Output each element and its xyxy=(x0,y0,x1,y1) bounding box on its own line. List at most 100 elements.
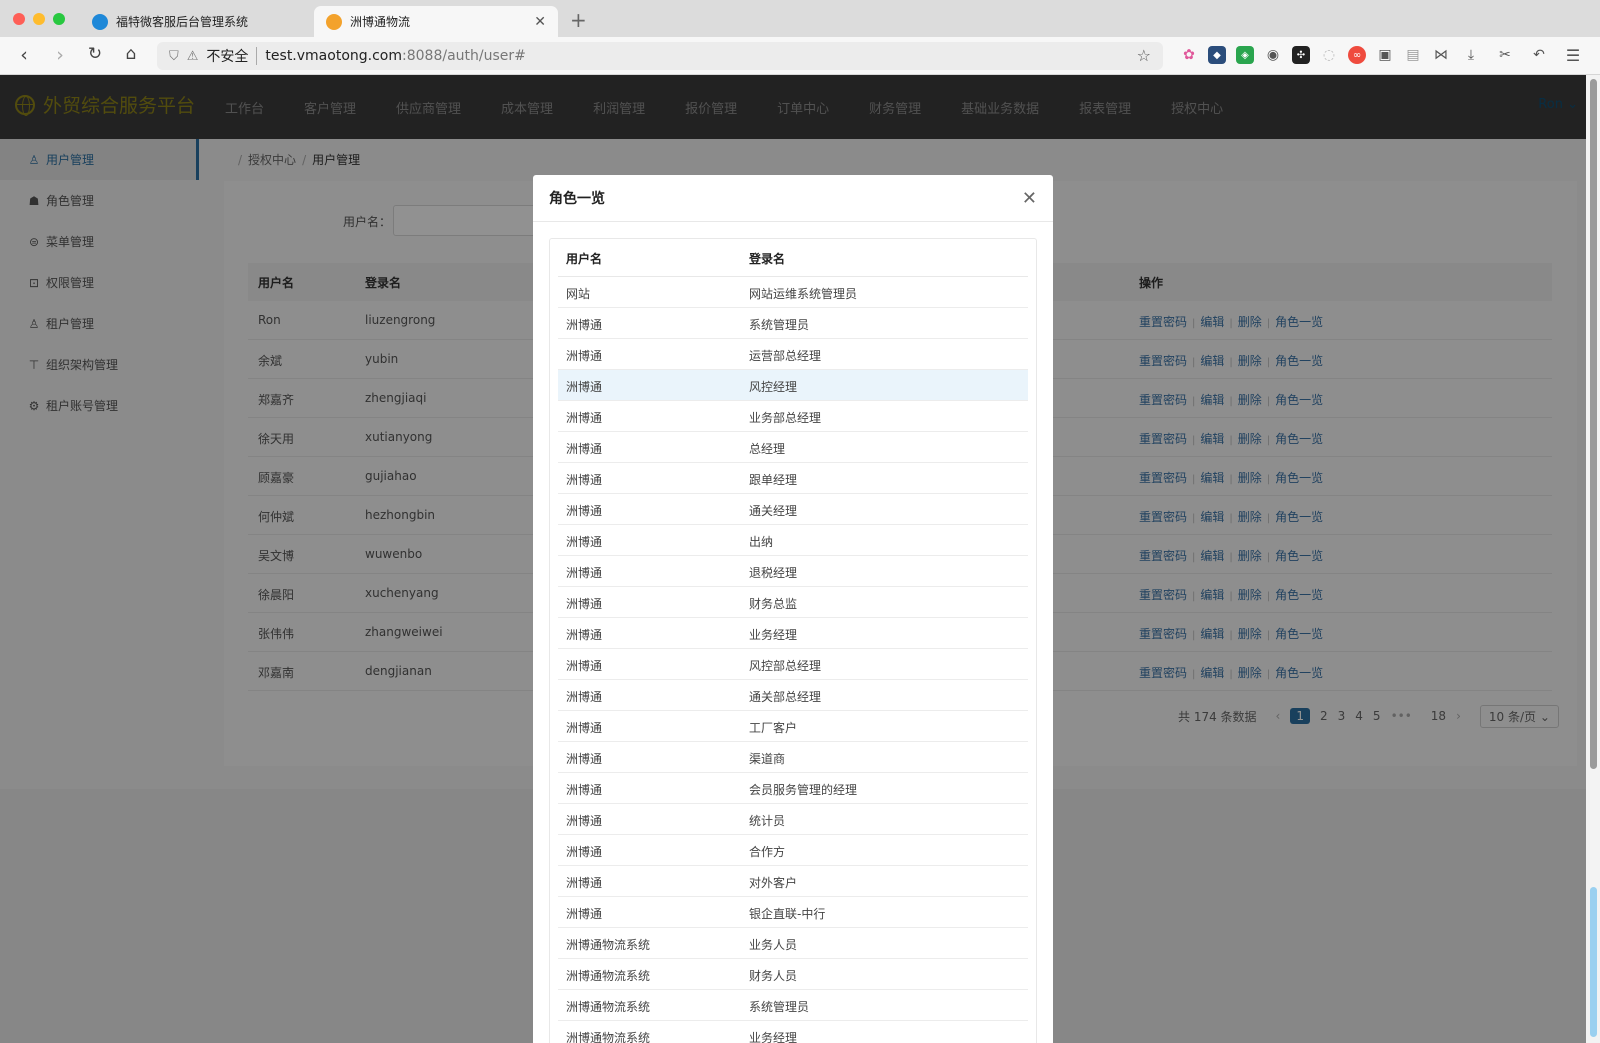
window-zoom-button[interactable] xyxy=(53,13,65,25)
role-user-cell: 洲博通 xyxy=(566,659,603,673)
role-name-cell: 对外客户 xyxy=(749,876,798,890)
role-name-cell: 业务经理 xyxy=(749,1031,798,1043)
extension-icon[interactable]: ∞ xyxy=(1348,46,1366,64)
role-name-cell: 业务人员 xyxy=(749,938,798,952)
scrollbar-thumb[interactable] xyxy=(1590,79,1597,769)
close-tab-icon[interactable]: ✕ xyxy=(534,14,546,30)
extension-icon[interactable]: ⋈ xyxy=(1432,46,1450,64)
role-name-cell: 风控经理 xyxy=(749,380,798,394)
table-row: 网站 网站运维系统管理员 xyxy=(558,277,1028,308)
role-name-cell: 会员服务管理的经理 xyxy=(749,783,858,797)
page-scrollbar[interactable] xyxy=(1586,75,1600,1043)
table-row: 洲博通 对外客户 xyxy=(558,866,1028,897)
table-row: 洲博通物流系统 业务经理 xyxy=(558,1021,1028,1043)
role-user-cell: 网站 xyxy=(566,287,591,301)
tag-extension-icon[interactable]: ◈ xyxy=(1236,46,1254,64)
new-tab-button[interactable]: + xyxy=(570,8,587,32)
table-row: 洲博通 出纳 xyxy=(558,525,1028,556)
role-name-cell: 总经理 xyxy=(749,442,786,456)
undo-icon[interactable]: ↶ xyxy=(1530,46,1548,64)
window-minimize-button[interactable] xyxy=(33,13,45,25)
download-icon[interactable]: ⤓ xyxy=(1462,46,1480,64)
column-header: 登录名 xyxy=(749,252,786,266)
role-user-cell: 洲博通 xyxy=(566,628,603,642)
role-user-cell: 洲博通 xyxy=(566,752,603,766)
roles-table-header: 用户名 登录名 xyxy=(558,239,1028,277)
role-name-cell: 工厂客户 xyxy=(749,721,798,735)
role-user-cell: 洲博通 xyxy=(566,535,603,549)
role-name-cell: 渠道商 xyxy=(749,752,786,766)
insecure-lock-icon: ⚠ xyxy=(186,48,199,64)
url-host: test.vmaotong.com xyxy=(265,48,402,64)
bookmark-star-icon[interactable]: ☆ xyxy=(1137,46,1151,65)
extension-icon[interactable]: ◌ xyxy=(1320,46,1338,64)
back-arrow-icon[interactable]: ‹ xyxy=(13,44,35,66)
role-name-cell: 合作方 xyxy=(749,845,786,859)
table-row: 洲博通 业务部总经理 xyxy=(558,401,1028,432)
close-icon[interactable]: ✕ xyxy=(1022,188,1037,209)
role-user-cell: 洲博通 xyxy=(566,411,603,425)
role-name-cell: 系统管理员 xyxy=(749,318,810,332)
roles-modal: 角色一览 ✕ 用户名 登录名 网站 网站运维系统管理员 洲博通 系统管理员 洲博通 运营部… xyxy=(533,175,1053,1043)
window-close-button[interactable] xyxy=(13,13,25,25)
role-user-cell: 洲博通 xyxy=(566,721,603,735)
table-row: 洲博通物流系统 业务人员 xyxy=(558,928,1028,959)
role-user-cell: 洲博通 xyxy=(566,876,603,890)
reload-icon[interactable]: ↻ xyxy=(84,44,106,64)
table-row: 洲博通 风控经理 xyxy=(558,370,1028,401)
insecure-label: 不安全 xyxy=(206,49,249,65)
role-name-cell: 通关部总经理 xyxy=(749,690,822,704)
modal-title: 角色一览 xyxy=(549,191,605,207)
role-user-cell: 洲博通物流系统 xyxy=(566,1000,651,1014)
browser-toolbar: ‹ › ↻ ⌂ ⛉ ⚠ 不安全 test.vmaotong.com:8088/a… xyxy=(0,37,1600,75)
role-user-cell: 洲博通 xyxy=(566,318,603,332)
tab-title: 福特微客服后台管理系统 xyxy=(116,15,249,29)
role-user-cell: 洲博通 xyxy=(566,907,603,921)
extension-icon[interactable]: ✣ xyxy=(1292,46,1310,64)
role-user-cell: 洲博通 xyxy=(566,845,603,859)
role-name-cell: 业务部总经理 xyxy=(749,411,822,425)
hamburger-menu-icon[interactable]: ☰ xyxy=(1564,46,1582,65)
table-row: 洲博通 系统管理员 xyxy=(558,308,1028,339)
table-row: 洲博通 渠道商 xyxy=(558,742,1028,773)
scissors-icon[interactable]: ✂ xyxy=(1496,46,1514,64)
role-name-cell: 跟单经理 xyxy=(749,473,798,487)
camera-icon[interactable]: ◉ xyxy=(1264,46,1282,64)
role-name-cell: 财务总监 xyxy=(749,597,798,611)
role-user-cell: 洲博通物流系统 xyxy=(566,938,651,952)
forward-arrow-icon[interactable]: › xyxy=(49,44,71,66)
roles-table-body: 网站 网站运维系统管理员 洲博通 系统管理员 洲博通 运营部总经理 洲博通 风控经理 洲博通 业务… xyxy=(558,277,1028,1043)
extension-icon[interactable]: ◆ xyxy=(1208,46,1226,64)
table-row: 洲博通 风控部总经理 xyxy=(558,649,1028,680)
role-name-cell: 银企直联-中行 xyxy=(749,907,826,921)
extension-icon[interactable]: ✿ xyxy=(1180,46,1198,64)
role-user-cell: 洲博通 xyxy=(566,783,603,797)
role-user-cell: 洲博通 xyxy=(566,566,603,580)
table-row: 洲博通 通关经理 xyxy=(558,494,1028,525)
home-icon[interactable]: ⌂ xyxy=(120,44,142,64)
table-row: 洲博通 统计员 xyxy=(558,804,1028,835)
role-user-cell: 洲博通 xyxy=(566,814,603,828)
table-row: 洲博通 银企直联-中行 xyxy=(558,897,1028,928)
role-user-cell: 洲博通 xyxy=(566,597,603,611)
table-row: 洲博通 跟单经理 xyxy=(558,463,1028,494)
browser-tab-active[interactable]: 洲博通物流 ✕ xyxy=(314,6,558,37)
table-row: 洲博通 总经理 xyxy=(558,432,1028,463)
browser-tab-bar: 福特微客服后台管理系统 洲博通物流 ✕ + xyxy=(0,0,1600,37)
site-favicon-icon xyxy=(92,13,108,30)
table-row: 洲博通 运营部总经理 xyxy=(558,339,1028,370)
role-user-cell: 洲博通 xyxy=(566,690,603,704)
browser-tab[interactable]: 福特微客服后台管理系统 xyxy=(80,6,312,37)
role-name-cell: 运营部总经理 xyxy=(749,349,822,363)
address-bar[interactable]: ⛉ ⚠ 不安全 test.vmaotong.com:8088/auth/user… xyxy=(157,42,1163,70)
extension-icon[interactable]: ▤ xyxy=(1404,46,1422,64)
role-name-cell: 退税经理 xyxy=(749,566,798,580)
column-header: 用户名 xyxy=(566,252,603,266)
table-row: 洲博通 通关部总经理 xyxy=(558,680,1028,711)
table-row: 洲博通物流系统 财务人员 xyxy=(558,959,1028,990)
site-favicon-icon xyxy=(326,13,342,30)
extension-icon[interactable]: ▣ xyxy=(1376,46,1394,64)
role-name-cell: 财务人员 xyxy=(749,969,798,983)
table-row: 洲博通 退税经理 xyxy=(558,556,1028,587)
shield-icon: ⛉ xyxy=(169,48,179,64)
